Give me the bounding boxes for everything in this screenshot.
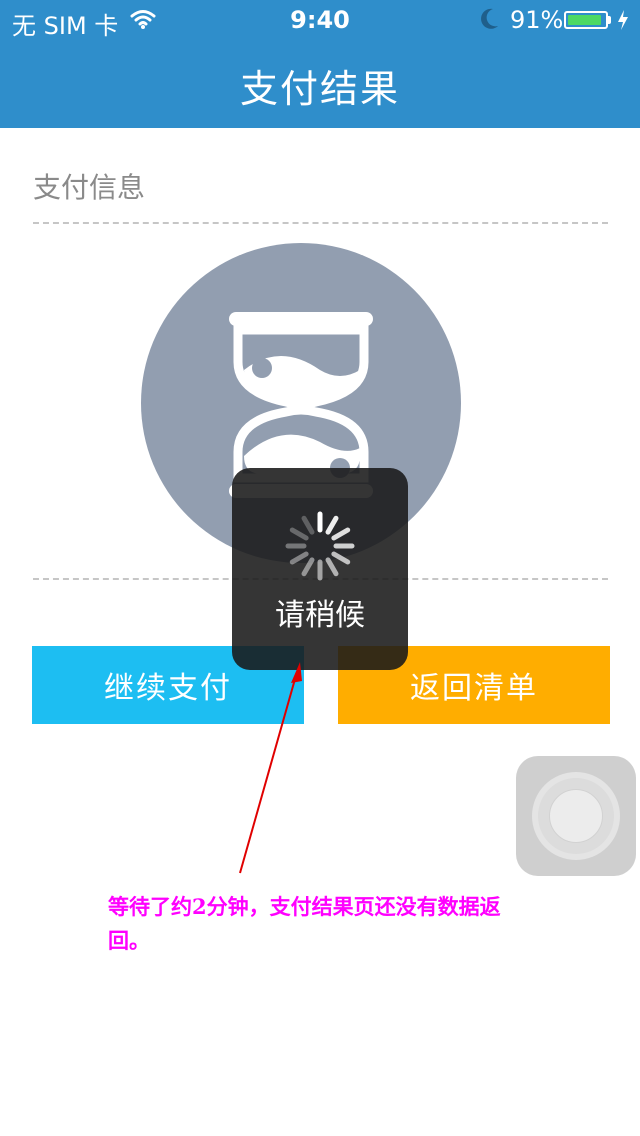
page-title: 支付结果	[239, 67, 400, 111]
battery-percent: 91%	[510, 6, 564, 34]
assistive-touch-button[interactable]	[516, 756, 636, 876]
battery-icon	[564, 11, 608, 29]
moon-icon	[481, 8, 498, 29]
nav-bar: 支付结果	[0, 40, 640, 128]
annotation-note: 等待了约2分钟，支付结果页还没有数据返回。	[108, 894, 501, 953]
battery-cap	[608, 16, 611, 24]
loading-overlay: 请稍候	[232, 468, 408, 670]
divider-top	[33, 222, 608, 224]
spinner-icon	[285, 511, 355, 581]
status-bar: 无 SIM 卡 9:40 91%	[0, 0, 640, 40]
section-label-payment-info: 支付信息	[33, 171, 146, 204]
charging-bolt-icon	[618, 10, 628, 30]
battery-level-fill	[568, 15, 601, 25]
loading-text: 请稍候	[275, 598, 365, 633]
assistive-touch-knob	[549, 789, 603, 843]
